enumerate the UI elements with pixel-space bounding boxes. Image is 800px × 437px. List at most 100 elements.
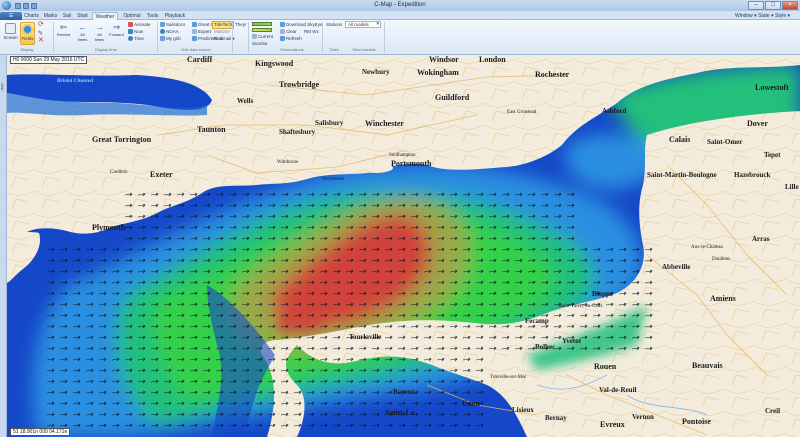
predictwind-icon: [192, 36, 197, 42]
sailsdocs-option[interactable]: Sailsdocs: [160, 22, 185, 28]
stations-value: All models: [348, 22, 369, 27]
current-swatch: [252, 22, 272, 26]
close-button[interactable]: ×: [782, 1, 798, 10]
rewind-button[interactable]: ⇐ Rewind: [56, 22, 71, 37]
all-times-back-button[interactable]: ← All times: [75, 22, 90, 42]
fields-button[interactable]: Fields: [20, 22, 35, 45]
screen-button[interactable]: Screen: [3, 22, 18, 45]
town-label: Saint-Omer: [707, 138, 743, 146]
town-label: Saint-Valery-en-Caux: [559, 304, 603, 309]
theyr-button[interactable]: Theyr: [235, 22, 247, 28]
rm-wx-label: RM Wx: [304, 29, 319, 34]
rewind-label: Rewind: [56, 32, 71, 37]
now-option[interactable]: Now: [128, 29, 143, 35]
group-separator: [248, 22, 249, 53]
forward-label: Forward: [109, 32, 124, 37]
town-label: Windsor: [429, 55, 459, 64]
town-label: Creil: [765, 407, 781, 415]
style-menu[interactable]: Style ▾: [775, 12, 790, 20]
tab-charts[interactable]: Charts: [23, 12, 40, 20]
group-separator: [157, 22, 158, 53]
town-label: Amiens: [710, 294, 736, 303]
chart-map[interactable]: Bristol Channel Cardiff Kingswood Windso…: [7, 55, 800, 437]
animate-label: Animate: [134, 22, 151, 27]
current-icon: [252, 34, 257, 40]
screen-icon: [5, 23, 16, 34]
noaa-label: NOAA: [166, 29, 179, 34]
theyr-label: Theyr: [235, 22, 247, 27]
download-skyeye-option[interactable]: Download SkyEye: [280, 22, 323, 28]
town-label: Doullens: [712, 257, 731, 262]
time-option[interactable]: Time: [128, 36, 144, 42]
refresh-icon[interactable]: ⟳: [38, 21, 44, 28]
town-label: Evreux: [600, 420, 625, 429]
my-grib-label: My grib: [166, 36, 181, 41]
refresh-label: Refresh: [286, 36, 302, 41]
town-label: Pontoise: [682, 417, 711, 426]
tab-optimal[interactable]: Optimal: [121, 12, 143, 20]
stations-dropdown[interactable]: All models: [345, 21, 381, 28]
close-x-icon[interactable]: ✕: [38, 37, 44, 44]
noaa-option[interactable]: NOAA: [160, 29, 179, 35]
town-label: Dieppe: [592, 290, 613, 298]
maitime-option[interactable]: Maitime: [214, 29, 230, 35]
all-times-back-label: All times: [77, 32, 88, 42]
tab-marks[interactable]: Marks: [42, 12, 59, 20]
town-label: East Grinstead: [507, 110, 537, 115]
tidetech-option[interactable]: TideTech: [212, 21, 235, 29]
town-label: Arras: [752, 235, 770, 243]
tab-sail[interactable]: Sail: [61, 12, 73, 20]
state-menu[interactable]: State ▾: [758, 12, 774, 20]
minimize-button[interactable]: –: [748, 1, 764, 10]
animate-icon: [128, 22, 133, 28]
expert-option[interactable]: Expert: [192, 29, 211, 35]
tab-playback[interactable]: Playback: [162, 12, 188, 20]
side-panel-strip[interactable]: Grib: [0, 55, 7, 437]
town-label: Tourlaville: [349, 333, 382, 341]
town-label: Salisbury: [315, 119, 344, 127]
my-grib-option[interactable]: My grib: [160, 36, 181, 42]
tab-start[interactable]: Start: [75, 12, 90, 20]
animate-option[interactable]: Animate: [128, 22, 151, 28]
town-label: Wimborne: [277, 160, 299, 165]
sailsdocs-icon: [160, 22, 165, 28]
town-label: Shaftesbury: [279, 128, 316, 136]
screen-button-label: Screen: [3, 35, 18, 40]
town-label: Calais: [669, 135, 691, 144]
refresh-small-icon: [280, 36, 285, 42]
clear-icon: [280, 29, 285, 35]
stations-label: Stations: [326, 22, 343, 27]
tidetech-label: TideTech: [214, 22, 233, 27]
time-label: Time: [134, 36, 144, 41]
town-label: Trowbridge: [279, 80, 320, 89]
rm-wx-option[interactable]: RM Wx: [304, 29, 319, 35]
refresh-option[interactable]: Refresh: [280, 36, 302, 42]
group-separator: [384, 22, 385, 53]
town-label: Wokingham: [417, 68, 459, 77]
weather-map-canvas[interactable]: [7, 55, 800, 437]
great-circle-icon: [192, 22, 197, 28]
window-menu[interactable]: Window ▾: [735, 12, 757, 20]
tab-tools[interactable]: Tools: [145, 12, 160, 20]
clear-option[interactable]: Clear: [280, 29, 297, 35]
town-label: Weymouth: [322, 177, 344, 182]
maximize-button[interactable]: □: [765, 1, 781, 10]
clock-icon: [128, 36, 133, 42]
town-label: Crediton: [110, 170, 128, 175]
display-group-label: Display: [20, 47, 34, 52]
all-times-forward-button[interactable]: → All times: [92, 22, 107, 42]
town-label: Winchester: [365, 119, 404, 128]
all-times-forward-label: All times: [94, 32, 105, 42]
expert-icon: [192, 29, 197, 35]
town-label: Saint-Lo: [385, 408, 415, 417]
forward-button[interactable]: ⇒ Forward: [109, 22, 124, 37]
now-icon: [128, 29, 133, 35]
tab-weather[interactable]: Weather: [92, 12, 118, 20]
town-label: Portsmouth: [391, 159, 432, 168]
file-tab[interactable]: ☰: [0, 12, 22, 20]
fields-icon: [22, 24, 33, 35]
sunrise-label: Sunrise: [252, 41, 268, 46]
group-separator: [322, 22, 323, 53]
download-skyeye-label: Download SkyEye: [286, 22, 323, 27]
current-option[interactable]: Current: [252, 34, 273, 40]
